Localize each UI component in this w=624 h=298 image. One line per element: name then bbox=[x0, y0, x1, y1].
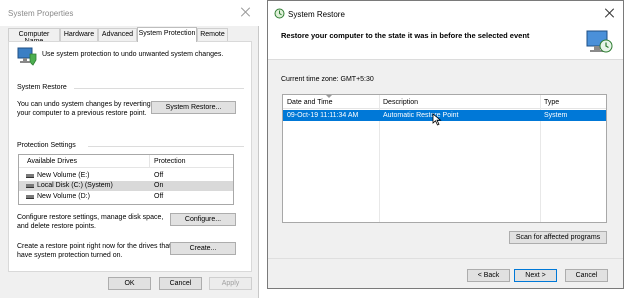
drive-name: Local Disk (C:) (System) bbox=[37, 182, 113, 189]
column-description[interactable]: Description bbox=[383, 99, 418, 106]
drive-icon bbox=[26, 174, 34, 178]
restore-points-grid[interactable]: Date and Time Description Type 09-Oct-19… bbox=[282, 94, 607, 223]
configure-button[interactable]: Configure... bbox=[170, 213, 236, 226]
drive-row-d[interactable]: New Volume (D:) Off bbox=[19, 192, 233, 202]
drive-row-c[interactable]: Local Disk (C:) (System) On bbox=[19, 181, 233, 191]
create-description-line2: have system protection turned on. bbox=[17, 252, 123, 259]
column-separator bbox=[149, 155, 150, 167]
grid-header: Date and Time Description Type bbox=[283, 95, 606, 109]
close-icon[interactable] bbox=[605, 8, 615, 18]
column-date-and-time[interactable]: Date and Time bbox=[287, 99, 333, 106]
close-icon[interactable] bbox=[241, 7, 251, 17]
wizard-header: Restore your computer to the state it wa… bbox=[268, 26, 623, 60]
divider bbox=[74, 88, 244, 89]
drive-name: New Volume (D:) bbox=[37, 193, 90, 200]
system-restore-button[interactable]: System Restore... bbox=[151, 101, 236, 114]
sort-arrow-icon bbox=[326, 95, 332, 98]
next-button[interactable]: Next > bbox=[514, 269, 557, 282]
cancel-button[interactable]: Cancel bbox=[159, 277, 202, 290]
window-title: System Properties bbox=[8, 9, 74, 18]
create-description-line1: Create a restore point right now for the… bbox=[17, 243, 172, 250]
system-protection-icon bbox=[17, 47, 37, 66]
drive-protection: On bbox=[154, 182, 164, 189]
drive-protection: Off bbox=[154, 172, 164, 179]
tab-remote[interactable]: Remote bbox=[197, 28, 228, 41]
ok-button[interactable]: OK bbox=[108, 277, 151, 290]
back-button[interactable]: < Back bbox=[467, 269, 510, 282]
timezone-label: Current time zone: GMT+5:30 bbox=[281, 76, 374, 83]
wizard-heading: Restore your computer to the state it wa… bbox=[281, 31, 530, 40]
drive-icon bbox=[26, 195, 34, 199]
drive-icon bbox=[26, 184, 34, 188]
available-drives-list[interactable]: Available Drives Protection New Volume (… bbox=[18, 154, 234, 205]
apply-button: Apply bbox=[209, 277, 252, 290]
create-button[interactable]: Create... bbox=[170, 242, 236, 255]
tab-computer-name[interactable]: Computer Name bbox=[8, 28, 60, 45]
window-title: System Restore bbox=[288, 10, 345, 19]
divider bbox=[88, 146, 244, 147]
tab-advanced[interactable]: Advanced bbox=[98, 28, 137, 41]
column-protection[interactable]: Protection bbox=[154, 158, 186, 165]
drive-protection: Off bbox=[154, 193, 164, 200]
drives-list-header: Available Drives Protection bbox=[19, 155, 233, 168]
restore-point-row[interactable]: 09-Oct-19 11:11:34 AM Automatic Restore … bbox=[283, 110, 606, 121]
drive-row-e[interactable]: New Volume (E:) Off bbox=[19, 171, 233, 181]
configure-description-line1: Configure restore settings, manage disk … bbox=[17, 214, 164, 221]
cell-type: System bbox=[544, 112, 568, 119]
column-type[interactable]: Type bbox=[544, 99, 559, 106]
restore-description-line1: You can undo system changes by reverting bbox=[17, 101, 151, 108]
protection-settings-heading: Protection Settings bbox=[17, 142, 76, 149]
system-restore-icon bbox=[274, 8, 285, 19]
cell-description: Automatic Restore Point bbox=[383, 112, 459, 119]
cell-date: 09-Oct-19 11:11:34 AM bbox=[287, 112, 359, 119]
system-properties-window: System Properties Computer Name Hardware… bbox=[0, 0, 259, 298]
drive-name: New Volume (E:) bbox=[37, 172, 90, 179]
intro-text: Use system protection to undo unwanted s… bbox=[42, 51, 224, 58]
tab-system-protection[interactable]: System Protection bbox=[137, 27, 197, 42]
mouse-cursor-icon bbox=[432, 113, 442, 126]
divider bbox=[268, 258, 623, 259]
system-restore-titlebar[interactable]: System Restore bbox=[268, 1, 623, 26]
system-restore-window: System Restore Restore your computer to … bbox=[267, 0, 624, 289]
cancel-button[interactable]: Cancel bbox=[565, 269, 608, 282]
scan-affected-programs-button[interactable]: Scan for affected programs bbox=[509, 231, 607, 244]
restore-computer-icon bbox=[586, 30, 613, 53]
restore-description-line2: your computer to a previous restore poin… bbox=[17, 110, 147, 117]
system-restore-heading: System Restore bbox=[17, 84, 67, 91]
column-available-drives[interactable]: Available Drives bbox=[27, 158, 77, 165]
tab-hardware[interactable]: Hardware bbox=[60, 28, 98, 41]
system-properties-titlebar[interactable]: System Properties bbox=[0, 0, 259, 26]
configure-description-line2: and delete restore points. bbox=[17, 223, 96, 230]
